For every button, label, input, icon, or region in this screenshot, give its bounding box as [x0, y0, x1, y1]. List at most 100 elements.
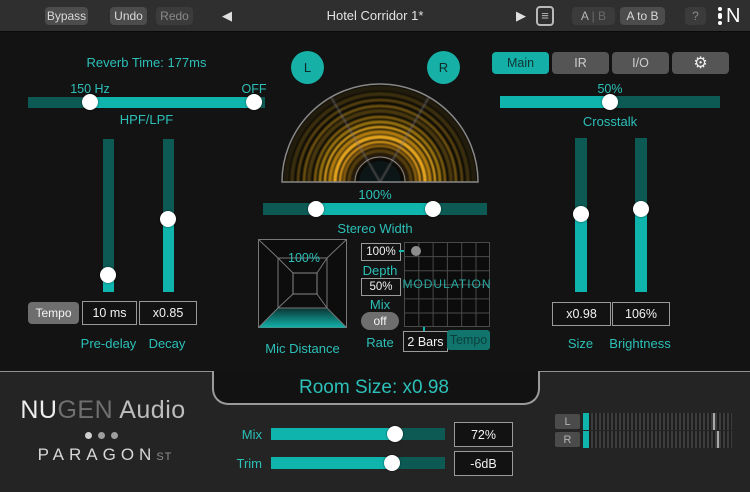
mod-depth-value-box[interactable]: 100%	[361, 243, 401, 261]
product-name: PARAGONST	[20, 445, 190, 465]
top-toolbar: Bypass Undo Redo ◀ Hotel Corridor 1* ▶ ≡…	[0, 0, 750, 32]
undo-button[interactable]: Undo	[110, 7, 147, 25]
left-channel-button[interactable]: L	[291, 51, 324, 84]
product-paragon: PARAGON	[38, 445, 157, 464]
mod-depth-label: Depth	[356, 263, 404, 278]
meter-right-bar	[583, 431, 732, 448]
modulation-dot[interactable]	[411, 246, 421, 256]
bypass-button[interactable]: Bypass	[45, 7, 88, 25]
trim-value-box[interactable]: -6dB	[454, 451, 513, 476]
ab-compare-button[interactable]: A | B	[572, 7, 615, 25]
right-channel-button[interactable]: R	[427, 51, 460, 84]
ab-b-label: | B	[592, 9, 606, 23]
tab-io[interactable]: I/O	[612, 52, 669, 74]
reverb-time-readout: Reverb Time: 177ms	[28, 55, 265, 70]
brightness-handle[interactable]	[633, 201, 649, 217]
mod-rate-label: Rate	[356, 335, 404, 350]
brightness-value-box[interactable]: 106%	[612, 302, 670, 326]
predelay-value-box[interactable]: 10 ms	[82, 301, 137, 325]
trim-fill	[271, 457, 392, 469]
modulation-grid-label: MODULATION	[402, 277, 492, 291]
meter-right-peak	[717, 431, 719, 448]
predelay-tempo-button[interactable]: Tempo	[28, 302, 79, 324]
brand-dots-icon	[85, 432, 118, 439]
settings-tab[interactable]: ⚙	[672, 52, 729, 74]
reverb-visualization	[280, 82, 480, 184]
brightness-slider[interactable]	[635, 138, 647, 292]
stereo-width-right-handle[interactable]	[425, 201, 441, 217]
gear-icon: ⚙	[693, 53, 707, 73]
mod-mix-label: Mix	[356, 297, 404, 312]
hpf-lpf-fill	[90, 97, 254, 108]
trim-label: Trim	[200, 456, 262, 471]
mic-distance-value: 100%	[276, 251, 332, 265]
trim-handle[interactable]	[384, 455, 400, 471]
previous-preset-icon[interactable]: ◀	[222, 6, 232, 25]
mod-mix-value-box[interactable]: 50%	[361, 278, 401, 296]
next-preset-icon[interactable]: ▶	[516, 6, 526, 25]
a-to-b-button[interactable]: A to B	[620, 7, 665, 25]
stereo-width-label: Stereo Width	[263, 221, 487, 236]
mod-rate-button[interactable]: off	[361, 312, 399, 330]
preset-name[interactable]: Hotel Corridor 1*	[285, 8, 465, 23]
decay-handle[interactable]	[160, 211, 176, 227]
size-slider[interactable]	[575, 138, 587, 292]
lpf-handle[interactable]	[246, 94, 262, 110]
tab-main[interactable]: Main	[492, 52, 549, 74]
decay-label: Decay	[138, 336, 196, 351]
redo-button[interactable]: Redo	[156, 7, 193, 25]
stereo-width-left-handle[interactable]	[308, 201, 324, 217]
nugen-logo[interactable]: N	[718, 5, 748, 27]
decay-fill	[163, 219, 174, 292]
product-st: ST	[156, 451, 172, 463]
brand-gen: GEN	[57, 396, 113, 424]
trim-slider[interactable]	[271, 457, 445, 469]
filter-label: HPF/LPF	[28, 112, 265, 127]
room-size-readout: Room Size: x0.98	[212, 377, 536, 399]
nugen-logo-dots-icon	[718, 7, 722, 25]
preset-menu-icon[interactable]: ≡	[536, 6, 554, 26]
meter-left-badge: L	[555, 414, 580, 429]
brand-nu: NU	[20, 396, 57, 424]
brightness-label: Brightness	[604, 336, 676, 351]
paragon-plugin-window: Bypass Undo Redo ◀ Hotel Corridor 1* ▶ ≡…	[0, 0, 750, 492]
stereo-width-value: 100%	[263, 187, 487, 202]
meter-right-badge: R	[555, 432, 580, 447]
predelay-label: Pre-delay	[78, 336, 139, 351]
nugen-logo-n: N	[726, 5, 740, 28]
crosstalk-fill	[500, 96, 610, 108]
brand-logo: NUGEN Audio	[20, 396, 186, 425]
predelay-handle[interactable]	[100, 267, 116, 283]
size-label: Size	[551, 336, 610, 351]
stereo-width-slider[interactable]	[263, 203, 487, 215]
mix-value-box[interactable]: 72%	[454, 422, 513, 447]
hpf-handle[interactable]	[82, 94, 98, 110]
decay-slider[interactable]	[163, 139, 174, 292]
hpf-lpf-slider[interactable]	[28, 97, 265, 108]
mod-tempo-toggle[interactable]: Tempo	[447, 330, 490, 350]
mix-label: Mix	[200, 427, 262, 442]
meter-left-level	[583, 413, 589, 430]
mod-bars-value-box[interactable]: 2 Bars	[403, 331, 448, 352]
tab-ir[interactable]: IR	[552, 52, 609, 74]
crosstalk-slider[interactable]	[500, 96, 720, 108]
brightness-fill	[635, 209, 647, 292]
predelay-slider[interactable]	[103, 139, 114, 292]
mic-distance-label: Mic Distance	[252, 341, 353, 356]
stereo-width-fill	[316, 203, 433, 215]
help-button[interactable]: ?	[685, 7, 706, 25]
decay-value-box[interactable]: x0.85	[139, 301, 197, 325]
mix-handle[interactable]	[387, 426, 403, 442]
brand-audio: Audio	[113, 396, 186, 424]
meter-right-level	[583, 431, 589, 448]
crosstalk-handle[interactable]	[602, 94, 618, 110]
crosstalk-label: Crosstalk	[500, 114, 720, 129]
size-handle[interactable]	[573, 206, 589, 222]
meter-left-peak	[713, 413, 715, 430]
size-value-box[interactable]: x0.98	[552, 302, 611, 326]
size-fill	[575, 214, 587, 292]
mix-fill	[271, 428, 395, 440]
mix-slider[interactable]	[271, 428, 445, 440]
ab-a-label: A	[581, 9, 588, 23]
meter-left-bar	[583, 413, 732, 430]
